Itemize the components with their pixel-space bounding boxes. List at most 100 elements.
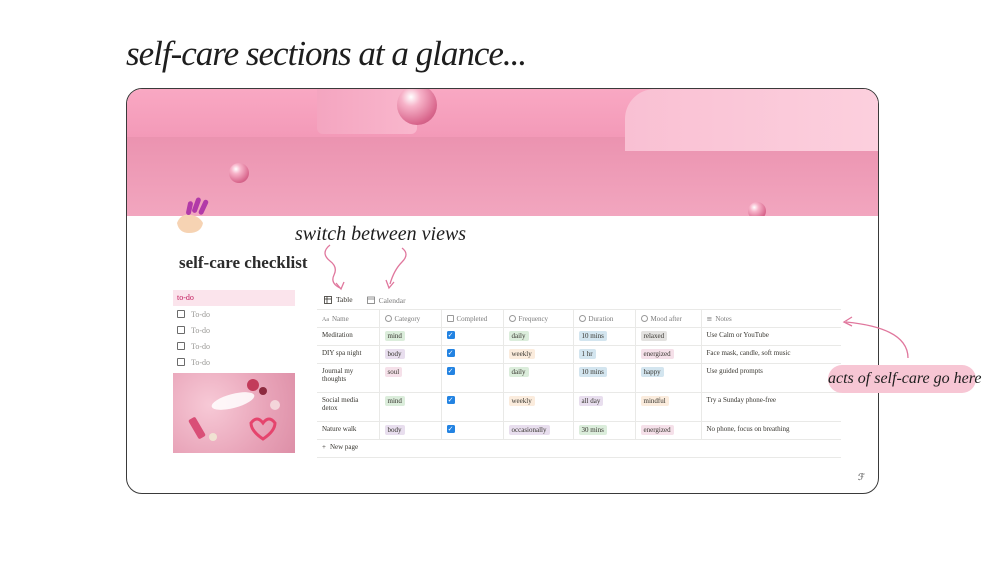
view-tabs: Table Calendar xyxy=(322,293,408,310)
checkbox-icon[interactable] xyxy=(177,310,185,318)
cell-completed[interactable]: ✓ xyxy=(440,327,503,346)
cell-name[interactable]: Journal my thoughts xyxy=(317,363,379,393)
frequency-tag: daily xyxy=(508,331,529,341)
column-header-completed[interactable]: Completed xyxy=(440,309,503,328)
checked-checkbox-icon[interactable]: ✓ xyxy=(446,367,455,375)
column-header-duration[interactable]: Duration xyxy=(572,309,635,328)
column-header-name[interactable]: Aa Name xyxy=(317,309,379,328)
table-row[interactable]: Nature walk body ✓ occasionally 30 mins energ… xyxy=(317,421,841,440)
column-header-notes[interactable]: ≡ Notes xyxy=(700,309,841,328)
plus-icon: + xyxy=(322,443,326,451)
cell-name[interactable]: Social media detox xyxy=(317,392,379,422)
cell-name[interactable]: DIY spa night xyxy=(317,345,379,364)
cell-category[interactable]: soul xyxy=(378,363,441,393)
checked-checkbox-icon[interactable]: ✓ xyxy=(446,396,455,404)
cell-category[interactable]: mind xyxy=(378,392,441,422)
self-care-photo xyxy=(173,373,295,453)
mood-tag: energized xyxy=(640,425,674,435)
mood-tag: happy xyxy=(640,367,664,377)
select-icon xyxy=(640,314,648,322)
duration-tag: 30 mins xyxy=(578,425,607,435)
cell-notes[interactable]: Face mask, candle, soft music xyxy=(700,345,841,364)
cell-category[interactable]: body xyxy=(378,345,441,364)
todo-list: to-do To-do To-do To-do To-do xyxy=(173,290,295,370)
checked-checkbox-icon[interactable]: ✓ xyxy=(446,349,455,357)
checked-checkbox-icon[interactable]: ✓ xyxy=(446,425,455,433)
cell-completed[interactable]: ✓ xyxy=(440,392,503,422)
checkbox-icon[interactable] xyxy=(177,342,185,350)
table-row[interactable]: DIY spa night body ✓ weekly 1 hr energized Fac… xyxy=(317,345,841,364)
cell-mood[interactable]: energized xyxy=(634,345,701,364)
cell-mood[interactable]: mindful xyxy=(634,392,701,422)
table-row[interactable]: Journal my thoughts soul ✓ daily 10 mins happ… xyxy=(317,363,841,393)
cell-duration[interactable]: 10 mins xyxy=(572,327,635,346)
notion-page-frame: switch between views self-care checklist… xyxy=(126,88,879,494)
category-tag: mind xyxy=(384,331,405,341)
cell-name[interactable]: Nature walk xyxy=(317,421,379,440)
mood-tag: relaxed xyxy=(640,331,668,341)
annotation-acts-of-self-care: acts of self-care go here xyxy=(828,365,981,393)
cell-mood[interactable]: relaxed xyxy=(634,327,701,346)
column-header-frequency[interactable]: Frequency xyxy=(502,309,573,328)
page-title: self-care checklist xyxy=(179,253,308,272)
cell-duration[interactable]: all day xyxy=(572,392,635,422)
cell-notes[interactable]: Try a Sunday phone-free xyxy=(700,392,841,422)
cover-image xyxy=(127,89,878,216)
cell-frequency[interactable]: daily xyxy=(502,363,573,393)
duration-tag: 10 mins xyxy=(578,367,607,377)
lines-icon: ≡ xyxy=(706,314,713,323)
cell-name[interactable]: Meditation xyxy=(317,327,379,346)
cell-notes[interactable]: Use Calm or YouTube xyxy=(700,327,841,346)
select-icon xyxy=(578,314,586,322)
cell-duration[interactable]: 10 mins xyxy=(572,363,635,393)
duration-tag: 10 mins xyxy=(578,331,607,341)
table-row[interactable]: Meditation mind ✓ daily 10 mins relaxed Use Ca… xyxy=(317,327,841,346)
todo-item[interactable]: To-do xyxy=(173,306,295,322)
cell-category[interactable]: mind xyxy=(378,327,441,346)
checkbox-icon[interactable] xyxy=(177,358,185,366)
frequency-tag: weekly xyxy=(508,349,535,359)
checkbox-icon[interactable] xyxy=(177,326,185,334)
frequency-tag: occasionally xyxy=(508,425,550,435)
cell-completed[interactable]: ✓ xyxy=(440,421,503,440)
mood-tag: energized xyxy=(640,349,674,359)
cell-notes[interactable]: Use guided prompts xyxy=(700,363,841,393)
notion-logo-icon: ℱ xyxy=(858,473,866,483)
todo-item[interactable]: To-do xyxy=(173,322,295,338)
cell-completed[interactable]: ✓ xyxy=(440,363,503,393)
category-tag: mind xyxy=(384,396,405,406)
cell-frequency[interactable]: daily xyxy=(502,327,573,346)
todo-item[interactable]: To-do xyxy=(173,338,295,354)
cell-duration[interactable]: 30 mins xyxy=(572,421,635,440)
new-page-button[interactable]: + New page xyxy=(317,439,841,458)
table-icon xyxy=(324,295,332,304)
column-header-mood[interactable]: Mood after xyxy=(634,309,701,328)
table-row[interactable]: Social media detox mind ✓ weekly all day mind… xyxy=(317,392,841,422)
todo-item[interactable]: To-do xyxy=(173,354,295,370)
cell-category[interactable]: body xyxy=(378,421,441,440)
duration-tag: 1 hr xyxy=(578,349,596,359)
tab-calendar[interactable]: Calendar xyxy=(365,293,408,310)
category-tag: body xyxy=(384,349,405,359)
select-icon xyxy=(508,314,516,322)
cell-notes[interactable]: No phone, focus on breathing xyxy=(700,421,841,440)
nail-polish-icon xyxy=(173,193,211,235)
column-header-category[interactable]: Category xyxy=(378,309,441,328)
cell-completed[interactable]: ✓ xyxy=(440,345,503,364)
headline: self-care sections at a glance... xyxy=(126,34,527,73)
cell-mood[interactable]: happy xyxy=(634,363,701,393)
self-care-table: Aa Name Category Completed Frequency Dura… xyxy=(317,309,841,458)
todo-header: to-do xyxy=(173,290,295,306)
cell-mood[interactable]: energized xyxy=(634,421,701,440)
frequency-tag: weekly xyxy=(508,396,535,406)
cell-frequency[interactable]: weekly xyxy=(502,392,573,422)
frequency-tag: daily xyxy=(508,367,529,377)
checked-checkbox-icon[interactable]: ✓ xyxy=(446,331,455,339)
duration-tag: all day xyxy=(578,396,604,406)
annotation-switch-views: switch between views xyxy=(295,223,467,245)
category-tag: body xyxy=(384,425,405,435)
cell-frequency[interactable]: weekly xyxy=(502,345,573,364)
tab-table[interactable]: Table xyxy=(322,293,355,310)
cell-duration[interactable]: 1 hr xyxy=(572,345,635,364)
cell-frequency[interactable]: occasionally xyxy=(502,421,573,440)
